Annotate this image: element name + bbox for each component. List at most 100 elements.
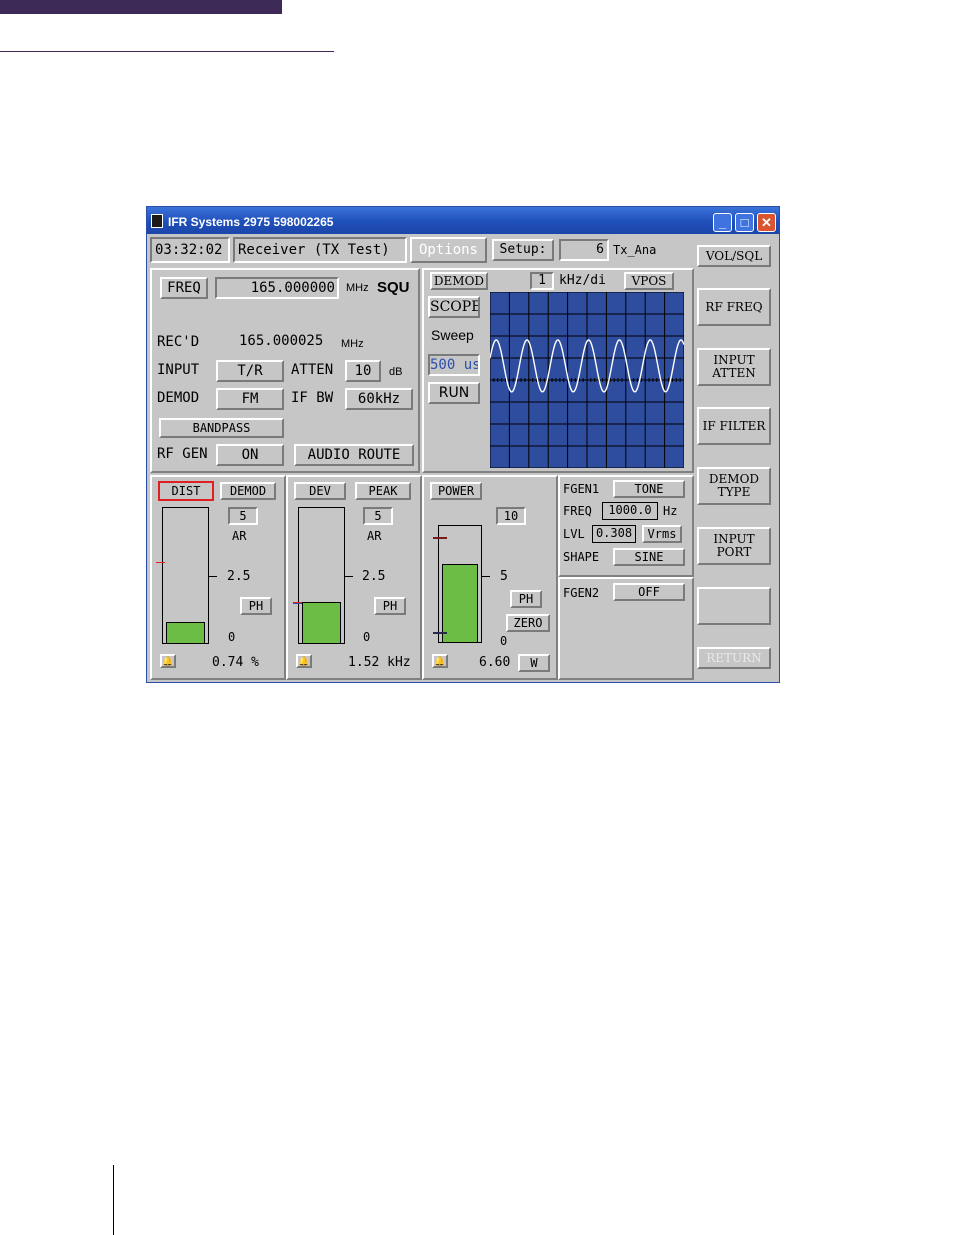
freq-field[interactable]: 165.000000 <box>215 277 339 299</box>
mode-display: Receiver (TX Test) <box>233 237 407 263</box>
sweep-label: Sweep <box>431 327 474 343</box>
recd-label: REC'D <box>157 334 200 350</box>
input-select[interactable]: T/R <box>216 360 284 382</box>
dist-mid-label: 2.5 <box>227 569 251 584</box>
scope-panel: DEMOD 1 kHz/di VPOS SCOPE Sweep 500 us R… <box>422 268 694 473</box>
side-btn-input-atten[interactable]: INPUT ATTEN <box>697 348 771 386</box>
app-window: IFR Systems 2975 598002265 _ □ ✕ 03:32:0… <box>146 206 780 683</box>
freq-button[interactable]: FREQ <box>160 277 208 299</box>
dist-mode-button[interactable]: DEMOD <box>220 482 276 500</box>
power-mid-tick <box>482 576 490 577</box>
dev-alarm-button[interactable]: 🔔 <box>296 654 312 668</box>
audio-route-button[interactable]: AUDIO ROUTE <box>294 444 414 466</box>
run-button[interactable]: RUN <box>428 382 480 404</box>
fgen-freq-unit: Hz <box>663 504 678 518</box>
sweep-field[interactable]: 500 us <box>428 354 480 376</box>
vpos-button[interactable]: VPOS <box>624 272 674 290</box>
demod-select[interactable]: FM <box>216 388 284 410</box>
scope-mode-button[interactable]: SCOPE <box>428 296 480 318</box>
dist-ph-button[interactable]: PH <box>240 597 272 615</box>
dist-bar <box>162 507 209 644</box>
close-icon: ✕ <box>761 215 772 230</box>
side-btn-rf-freq[interactable]: RF FREQ <box>697 288 771 326</box>
fgen-shape-label: SHAPE <box>563 550 600 564</box>
side-btn-blank[interactable] <box>697 587 771 625</box>
side-btn-vol-sql[interactable]: VOL/SQL <box>697 245 771 267</box>
power-button[interactable]: POWER <box>430 482 482 500</box>
dev-autorange: AR <box>367 529 382 543</box>
receiver-panel: FREQ 165.000000 MHz SQU REC'D 165.000025… <box>150 268 420 473</box>
dist-reading: 0.74 % <box>212 655 259 670</box>
scope-scale-unit: kHz/di <box>559 273 606 288</box>
fgen1-mode-button[interactable]: TONE <box>613 480 685 498</box>
options-button[interactable]: Options <box>410 237 487 263</box>
power-peak-marker <box>433 536 447 539</box>
power-mid-label: 5 <box>500 569 508 584</box>
ifbw-label: IF BW <box>291 390 334 406</box>
header-rule <box>0 51 334 52</box>
dist-button[interactable]: DIST <box>158 481 214 501</box>
margin-rule <box>113 1165 114 1235</box>
side-btn-demod-type[interactable]: DEMOD TYPE <box>697 467 771 505</box>
dist-alarm-button[interactable]: 🔔 <box>160 654 176 668</box>
power-meter-panel: POWER 10 5 PH ZERO 0 🔔 6.60 W <box>422 475 558 680</box>
dev-ph-button[interactable]: PH <box>374 597 406 615</box>
side-btn-if-filter[interactable]: IF FILTER <box>697 407 771 445</box>
scope-display[interactable] <box>490 292 684 468</box>
maximize-icon: □ <box>740 215 749 230</box>
atten-unit: dB <box>389 366 403 378</box>
side-btn-return[interactable]: RETURN <box>697 647 771 669</box>
power-unit-button[interactable]: W <box>518 654 550 672</box>
dev-button[interactable]: DEV <box>294 482 346 500</box>
minimize-icon: _ <box>718 215 727 230</box>
minimize-button[interactable]: _ <box>713 213 732 232</box>
fgen-lvl-label: LVL <box>563 527 585 541</box>
fgen1-label: FGEN1 <box>563 482 600 496</box>
rfgen-toggle[interactable]: ON <box>216 444 284 466</box>
dist-mid-tick <box>209 576 217 577</box>
power-range-field[interactable]: 10 <box>496 507 526 525</box>
fgen-lvl-field[interactable]: 0.308 <box>592 525 636 543</box>
close-button[interactable]: ✕ <box>757 213 776 232</box>
dev-peak-marker <box>293 601 302 604</box>
fgen2-label: FGEN2 <box>563 586 600 600</box>
ifbw-select[interactable]: 60kHz <box>345 388 413 410</box>
side-btn-input-port[interactable]: INPUT PORT <box>697 527 771 565</box>
bell-icon: 🔔 <box>434 656 446 666</box>
dev-range-field[interactable]: 5 <box>363 507 393 525</box>
bandpass-button[interactable]: BANDPASS <box>159 418 284 438</box>
scope-scale-field[interactable]: 1 <box>530 272 554 290</box>
freq-unit: MHz <box>346 282 369 294</box>
title-bar[interactable]: IFR Systems 2975 598002265 _ □ ✕ <box>147 207 779 234</box>
setup-button[interactable]: Setup: <box>492 239 554 261</box>
dev-meter-panel: DEV PEAK 5 AR 2.5 PH 0 🔔 1.52 kHz <box>286 475 422 680</box>
dist-meter-panel: DIST DEMOD 5 AR 2.5 PH 0 🔔 0.74 % <box>150 475 286 680</box>
bell-icon: 🔔 <box>162 656 174 666</box>
atten-field[interactable]: 10 <box>345 360 381 382</box>
fgen2-panel: FGEN2 OFF <box>558 577 694 680</box>
dist-bar-fill <box>166 622 205 643</box>
squelch-indicator: SQU <box>377 279 410 296</box>
power-zero-button[interactable]: ZERO <box>506 614 550 632</box>
fgen-freq-field[interactable]: 1000.0 <box>602 502 658 520</box>
dev-mode-button[interactable]: PEAK <box>355 482 411 500</box>
fgen1-panel: FGEN1 TONE FREQ 1000.0 Hz LVL 0.308 Vrms… <box>558 475 694 577</box>
side-menu: VOL/SQL RF FREQ INPUT ATTEN IF FILTER DE… <box>694 234 778 681</box>
power-min-marker <box>433 632 447 634</box>
dev-bar <box>298 507 345 644</box>
fgen-shape-button[interactable]: SINE <box>613 548 685 566</box>
atten-label: ATTEN <box>291 362 334 378</box>
rfgen-label: RF GEN <box>157 446 208 462</box>
scope-demod-button[interactable]: DEMOD <box>430 272 488 290</box>
power-alarm-button[interactable]: 🔔 <box>432 654 448 668</box>
fgen2-mode-button[interactable]: OFF <box>613 583 685 601</box>
recd-unit: MHz <box>341 338 364 350</box>
maximize-button[interactable]: □ <box>735 213 754 232</box>
bell-icon: 🔔 <box>298 656 310 666</box>
dist-range-field[interactable]: 5 <box>228 507 258 525</box>
fgen-lvl-unit-button[interactable]: Vrms <box>642 525 682 543</box>
dev-zero-label: 0 <box>363 630 371 644</box>
power-ph-button[interactable]: PH <box>510 590 542 608</box>
setup-number-field[interactable]: 6 <box>559 239 609 261</box>
header-color-bar <box>0 0 282 14</box>
